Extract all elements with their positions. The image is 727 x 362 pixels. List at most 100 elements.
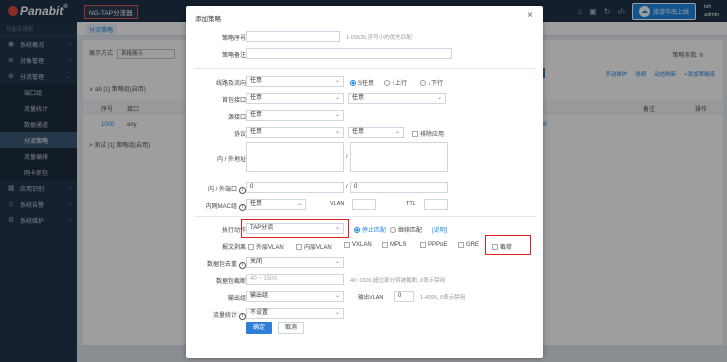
protocol-value: 任意 <box>250 129 263 135</box>
exclude-app-label: 排除应用 <box>420 132 445 138</box>
radio-dot <box>384 79 390 86</box>
first-port-select[interactable]: 任意 ⌄ <box>246 93 344 104</box>
outer-addr-textarea[interactable] <box>350 142 448 172</box>
strip-inner-vlan-checkbox[interactable]: 内层VLAN <box>296 242 332 251</box>
dir-up-label: ↑上行 <box>392 81 408 87</box>
dir-down-label: ↓下行 <box>428 81 444 87</box>
dir-up-radio[interactable]: ↑上行 <box>384 78 407 87</box>
checkbox-box <box>296 243 302 250</box>
dir-down-radio[interactable]: ↓下行 <box>420 78 443 87</box>
strip-option-label: 外层VLAN <box>256 245 284 251</box>
policy-note-input[interactable] <box>246 48 452 59</box>
confirm-button[interactable]: 确定 <box>246 322 272 334</box>
mac-group-value: 任意 <box>250 201 263 207</box>
src-port-label: 源接口 <box>227 115 246 121</box>
addr-label: 内 / 外地址 <box>216 157 246 163</box>
info-icon[interactable]: i <box>239 262 246 269</box>
dedup-label-wrap: 数据包去重 i <box>188 259 246 269</box>
mac-group-select[interactable]: 任意 ⌄ <box>246 199 306 210</box>
dialog-title: 添加策略 <box>195 16 221 23</box>
strip-vxlan-checkbox[interactable]: VXLAN <box>344 242 372 248</box>
stop-match-label: 停止匹配 <box>362 228 387 234</box>
strip-outer-vlan-checkbox[interactable]: 外层VLAN <box>248 242 284 251</box>
first-port-select-2[interactable]: 任意 ⌄ <box>348 93 446 104</box>
section-divider <box>194 216 535 217</box>
info-icon[interactable]: i <box>239 313 246 320</box>
action-desc-link[interactable]: [说明] <box>432 225 447 234</box>
out-vlan-hint: 1-4095, 0表示禁用 <box>420 295 466 301</box>
port-separator: / <box>346 184 348 190</box>
protocol-value-2: 任意 <box>352 129 365 135</box>
first-port-value: 任意 <box>250 95 263 101</box>
stop-match-radio[interactable]: 停止匹配 <box>354 225 386 234</box>
out-group-label: 输出组 <box>227 296 246 302</box>
trunc-label: 数据包截断 <box>215 279 246 285</box>
close-icon[interactable]: × <box>527 10 533 21</box>
trunc-input[interactable]: 40 ~ 1500 <box>246 274 344 285</box>
radio-dot <box>350 79 356 86</box>
outer-port-input[interactable]: 0 <box>350 182 448 193</box>
port-label-wrap: 内 / 外端口 i <box>188 184 246 194</box>
flow-stat-value: 不设置 <box>250 310 269 316</box>
action-highlight-frame <box>241 219 349 238</box>
flow-stat-label-wrap: 流量统计 i <box>188 310 246 320</box>
out-vlan-label: 输出VLAN <box>358 295 384 301</box>
action-label: 执行动作 <box>221 228 246 234</box>
checkbox-box <box>382 242 388 248</box>
checkbox-box <box>420 242 426 248</box>
chevron-down-icon: ⌄ <box>436 95 442 101</box>
info-icon[interactable]: i <box>239 204 246 211</box>
chevron-down-icon: ⌄ <box>334 259 340 265</box>
checkbox-box <box>344 242 350 248</box>
chevron-down-icon: ⌄ <box>334 95 340 101</box>
ttl-input[interactable] <box>424 199 448 210</box>
first-port-value-2: 任意 <box>352 95 365 101</box>
strip-option-label: VXLAN <box>352 242 372 248</box>
strip-mpls-checkbox[interactable]: MPLS <box>382 242 406 248</box>
exclude-app-checkbox[interactable]: 排除应用 <box>412 129 444 138</box>
dedup-label: 数据包去重 <box>206 262 237 268</box>
radio-dot <box>390 226 396 233</box>
chevron-down-icon: ⌄ <box>334 129 340 135</box>
cancel-button[interactable]: 取消 <box>278 322 304 334</box>
strip-option-label: PPPoE <box>428 242 448 248</box>
line-select-value: 任意 <box>250 78 263 84</box>
policy-no-hint: 1-65535,序号小的优先匹配 <box>346 35 412 41</box>
vlan-input[interactable] <box>352 199 376 210</box>
chevron-down-icon: ⌄ <box>334 78 340 84</box>
radio-dot <box>354 226 360 233</box>
continue-match-label: 继续匹配 <box>398 228 423 234</box>
strip-pppoe-checkbox[interactable]: PPPoE <box>420 242 447 248</box>
checkbox-box <box>248 243 254 250</box>
protocol-select[interactable]: 任意 ⌄ <box>246 127 344 138</box>
policy-note-label: 策略备注 <box>221 53 246 59</box>
strip-option-label: 内层VLAN <box>304 245 332 251</box>
strip-option-label: MPLS <box>390 242 407 248</box>
src-port-select[interactable]: 任意 ⌄ <box>246 110 344 121</box>
section-divider <box>194 68 535 69</box>
out-vlan-input[interactable]: 0 <box>394 291 414 302</box>
out-group-value: 输出组 <box>250 293 269 299</box>
trunc-hint: 40~1500,超过部分将被截断, 0表示禁用 <box>350 278 446 284</box>
info-icon[interactable]: i <box>239 187 246 194</box>
inner-addr-textarea[interactable] <box>246 142 344 172</box>
dir-any-radio[interactable]: S任意 <box>350 78 374 87</box>
dedup-select[interactable]: 关闭 ⌄ <box>246 257 344 268</box>
ttl-label: TTL <box>406 201 416 207</box>
continue-match-radio[interactable]: 继续匹配 <box>390 225 422 234</box>
policy-no-label: 策略序号 <box>221 36 246 42</box>
inner-port-input[interactable]: 0 <box>246 182 344 193</box>
vlan-label: VLAN <box>330 201 345 207</box>
add-policy-dialog: 添加策略 × 策略序号 1-65535,序号小的优先匹配 策略备注 线路及流向 … <box>186 6 543 358</box>
mac-label-wrap: 内网MAC组 i <box>188 201 246 211</box>
protocol-label: 协议 <box>233 132 246 138</box>
policy-no-input[interactable] <box>246 31 340 42</box>
flow-stat-select[interactable]: 不设置 ⌄ <box>246 308 344 319</box>
out-group-select[interactable]: 输出组 ⌄ <box>246 291 344 302</box>
line-select[interactable]: 任意 ⌄ <box>246 76 344 87</box>
first-port-label: 首包接口 <box>221 98 246 104</box>
strip-gre-checkbox[interactable]: GRE <box>458 242 479 248</box>
line-dir-label: 线路及流向 <box>215 81 246 87</box>
chevron-down-icon: ⌄ <box>334 310 340 316</box>
protocol-select-2[interactable]: 任意 ⌄ <box>348 127 404 138</box>
